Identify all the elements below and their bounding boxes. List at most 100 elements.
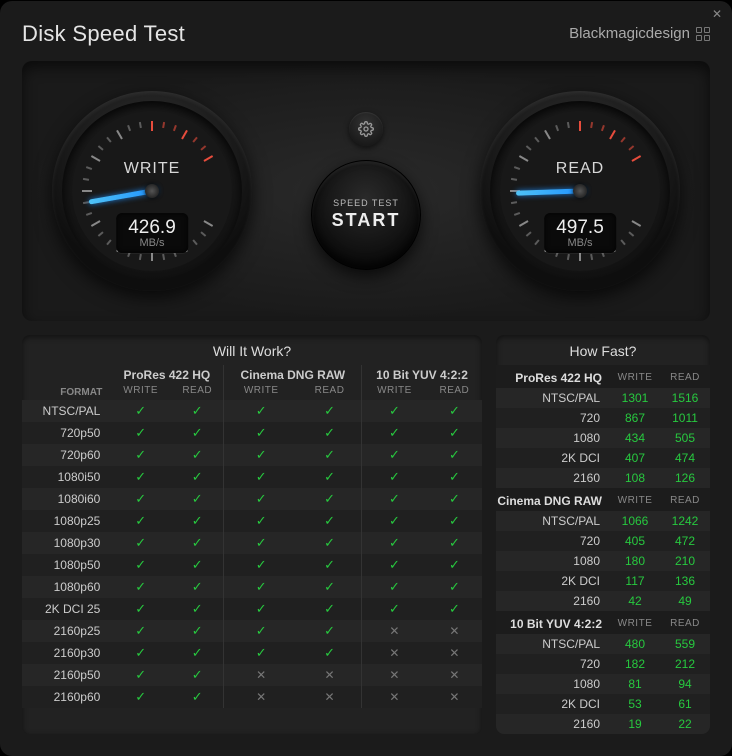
check-icon: ✓ [110,510,171,532]
check-icon: ✓ [224,400,298,422]
codec-header: ProRes 422 HQ [110,365,224,385]
table-row: 2160p30✓✓✓✓✕✕ [22,642,482,664]
format-cell: 720p50 [22,422,110,444]
table-row: NTSC/PAL 480 559 [496,634,710,654]
table-row: 2160p25✓✓✓✓✕✕ [22,620,482,642]
check-icon: ✓ [362,400,427,422]
will-it-work-panel: Will It Work? ProRes 422 HQ Cinema DNG R… [22,335,482,734]
check-icon: ✓ [362,554,427,576]
check-icon: ✓ [362,532,427,554]
table-row: 1080p30✓✓✓✓✓✓ [22,532,482,554]
format-cell: 1080 [496,674,610,694]
table-row: 2K DCI 117 136 [496,571,710,591]
format-cell: 720p60 [22,444,110,466]
table-row: 2160 19 22 [496,714,710,734]
read-value-cell: 1242 [660,511,710,531]
write-value-cell: 1066 [610,511,660,531]
brand-logo-icon [696,27,710,41]
section-header: ProRes 422 HQ [496,365,610,388]
write-value-cell: 867 [610,408,660,428]
write-value-cell: 108 [610,468,660,488]
format-cell: 1080p30 [22,532,110,554]
write-value-cell: 1301 [610,388,660,408]
format-cell: 1080p60 [22,576,110,598]
check-icon: ✓ [298,576,362,598]
cross-icon: ✕ [427,664,482,686]
cross-icon: ✕ [224,664,298,686]
write-value-cell: 53 [610,694,660,714]
table-row: 1080p25✓✓✓✓✓✓ [22,510,482,532]
read-value-cell: 22 [660,714,710,734]
format-cell: 2160 [496,591,610,611]
format-cell: NTSC/PAL [496,511,610,531]
format-cell: NTSC/PAL [22,400,110,422]
check-icon: ✓ [427,400,482,422]
check-icon: ✓ [171,488,224,510]
gear-icon [358,121,374,137]
check-icon: ✓ [171,444,224,466]
cross-icon: ✕ [427,642,482,664]
check-icon: ✓ [362,488,427,510]
settings-button[interactable] [349,112,383,146]
write-header: WRITE [610,365,660,388]
read-value-cell: 1011 [660,408,710,428]
right-panel-title: How Fast? [496,335,710,365]
read-value-cell: 126 [660,468,710,488]
format-cell: 2K DCI 25 [22,598,110,620]
codec-header: Cinema DNG RAW [224,365,362,385]
check-icon: ✓ [171,400,224,422]
check-icon: ✓ [110,400,171,422]
read-header: READ [660,365,710,388]
check-icon: ✓ [110,466,171,488]
format-cell: 1080 [496,551,610,571]
read-header: READ [171,385,224,400]
write-value-cell: 19 [610,714,660,734]
check-icon: ✓ [171,620,224,642]
write-header: WRITE [110,385,171,400]
read-header: READ [660,611,710,634]
check-icon: ✓ [224,576,298,598]
format-cell: 720 [496,408,610,428]
format-cell: 2160 [496,468,610,488]
table-row: 1080 81 94 [496,674,710,694]
write-header: WRITE [610,488,660,511]
table-row: 1080 180 210 [496,551,710,571]
read-value-cell: 505 [660,428,710,448]
table-row: NTSC/PAL 1301 1516 [496,388,710,408]
start-button[interactable]: SPEED TEST START [311,160,421,270]
format-cell: 2160p60 [22,686,110,708]
table-row: NTSC/PAL 1066 1242 [496,511,710,531]
check-icon: ✓ [110,642,171,664]
table-row: 720p60✓✓✓✓✓✓ [22,444,482,466]
read-header: READ [298,385,362,400]
check-icon: ✓ [298,444,362,466]
check-icon: ✓ [171,664,224,686]
fast-table: ProRes 422 HQ WRITE READNTSC/PAL 1301 15… [496,365,710,734]
check-icon: ✓ [362,576,427,598]
check-icon: ✓ [171,466,224,488]
left-panel-title: Will It Work? [22,335,482,365]
write-value-cell: 407 [610,448,660,468]
format-cell: 1080 [496,428,610,448]
check-icon: ✓ [427,576,482,598]
check-icon: ✓ [171,422,224,444]
check-icon: ✓ [298,510,362,532]
table-row: 2K DCI 53 61 [496,694,710,714]
format-cell: 2K DCI [496,448,610,468]
check-icon: ✓ [362,422,427,444]
check-icon: ✓ [224,554,298,576]
cross-icon: ✕ [224,686,298,708]
table-row: 720 867 1011 [496,408,710,428]
cross-icon: ✕ [362,620,427,642]
read-value-cell: 94 [660,674,710,694]
format-cell: 720 [496,654,610,674]
section-header: Cinema DNG RAW [496,488,610,511]
table-row: 2K DCI 407 474 [496,448,710,468]
cross-icon: ✕ [298,686,362,708]
table-row: NTSC/PAL✓✓✓✓✓✓ [22,400,482,422]
close-icon[interactable]: ✕ [710,7,724,21]
table-row: 2160p50✓✓✕✕✕✕ [22,664,482,686]
how-fast-panel: How Fast? ProRes 422 HQ WRITE READNTSC/P… [496,335,710,734]
check-icon: ✓ [298,642,362,664]
start-small-label: SPEED TEST [333,198,399,208]
